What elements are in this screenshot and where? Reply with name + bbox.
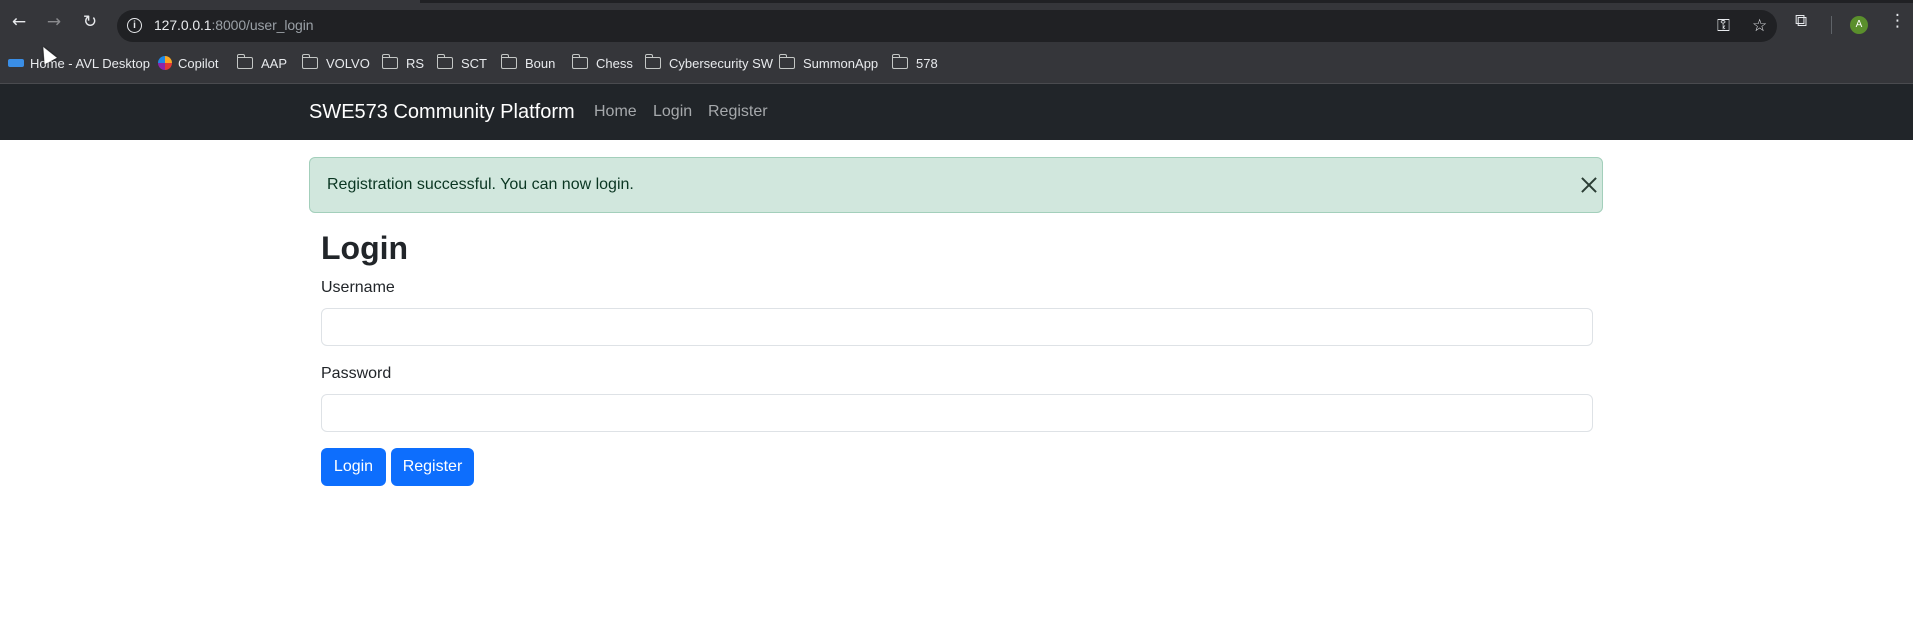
folder-icon <box>436 54 453 69</box>
folder-icon <box>301 54 318 69</box>
copilot-icon <box>158 56 172 70</box>
close-icon[interactable] <box>1574 170 1604 200</box>
bookmark-label: Copilot <box>178 55 219 71</box>
page-title: Login <box>321 230 409 266</box>
folder-icon <box>778 54 795 69</box>
extensions-icon[interactable]: ⧉ <box>1795 11 1807 31</box>
folder-icon <box>236 54 253 69</box>
bookmark-label: Boun <box>525 55 556 71</box>
menu-icon[interactable]: ⋮ <box>1889 11 1906 31</box>
bookmark-summonapp[interactable]: SummonApp <box>778 54 879 72</box>
bookmark-label: 578 <box>916 55 938 71</box>
username-input[interactable] <box>321 308 1593 346</box>
url-path: :8000/user_login <box>211 17 314 33</box>
bookmark-sct[interactable]: SCT <box>436 54 487 72</box>
site-info-icon[interactable]: i <box>127 18 142 33</box>
password-input[interactable] <box>321 394 1593 432</box>
bookmark-home-avl-desktop[interactable]: Home - AVL Desktop <box>8 54 150 72</box>
app-icon <box>8 59 24 67</box>
bookmark-chess[interactable]: Chess <box>571 54 633 72</box>
forward-icon[interactable]: → <box>43 11 65 33</box>
folder-icon <box>500 54 517 69</box>
password-key-icon[interactable]: ⚿ <box>1717 16 1730 36</box>
bookmark-label: VOLVO <box>326 55 370 71</box>
register-button[interactable]: Register <box>391 448 474 486</box>
browser-toolbar: ← → ↻ i 127.0.0.1:8000/user_login ⚿ ☆ ⧉ … <box>0 0 1913 42</box>
site-navbar: SWE573 Community Platform Home Login Reg… <box>0 84 1913 140</box>
nav-link-login[interactable]: Login <box>653 103 692 121</box>
login-button[interactable]: Login <box>321 448 386 486</box>
bookmark-star-icon[interactable]: ☆ <box>1752 16 1767 36</box>
bookmark-label: SummonApp <box>803 55 879 71</box>
nav-link-register[interactable]: Register <box>708 103 768 121</box>
profile-avatar[interactable]: A <box>1850 16 1868 34</box>
active-tab-edge <box>0 0 420 3</box>
bookmark-cybersecurity-sw[interactable]: Cybersecurity SW <box>644 54 774 72</box>
url-text: 127.0.0.1:8000/user_login <box>154 17 314 33</box>
back-icon[interactable]: ← <box>8 11 30 33</box>
toolbar-divider <box>1831 16 1832 34</box>
tab-strip <box>0 0 1913 3</box>
folder-icon <box>644 54 661 69</box>
bookmark-label: Cybersecurity SW <box>669 55 774 71</box>
bookmark-578[interactable]: 578 <box>891 54 938 72</box>
bookmark-boun[interactable]: Boun <box>500 54 556 72</box>
bookmark-label: SCT <box>461 55 487 71</box>
bookmark-label: RS <box>406 55 425 71</box>
alert-message: Registration successful. You can now log… <box>327 176 634 193</box>
bookmark-aap[interactable]: AAP <box>236 54 288 72</box>
bookmark-label: AAP <box>261 55 288 71</box>
url-host: 127.0.0.1 <box>154 17 212 33</box>
navbar-brand[interactable]: SWE573 Community Platform <box>309 101 575 124</box>
username-label: Username <box>321 279 395 296</box>
folder-icon <box>381 54 398 69</box>
reload-icon[interactable]: ↻ <box>79 11 101 33</box>
bookmark-copilot[interactable]: Copilot <box>158 54 218 72</box>
nav-link-home[interactable]: Home <box>594 103 637 121</box>
folder-icon <box>571 54 588 69</box>
bookmark-volvo[interactable]: VOLVO <box>301 54 370 72</box>
success-alert: Registration successful. You can now log… <box>309 157 1603 213</box>
address-bar[interactable]: i 127.0.0.1:8000/user_login ⚿ ☆ <box>117 10 1777 42</box>
bookmark-label: Chess <box>596 55 633 71</box>
bookmarks-bar: Home - AVL Desktop Copilot AAP VOLVO RS … <box>0 42 1913 84</box>
bookmark-rs[interactable]: RS <box>381 54 425 72</box>
folder-icon <box>891 54 908 69</box>
password-label: Password <box>321 365 392 382</box>
